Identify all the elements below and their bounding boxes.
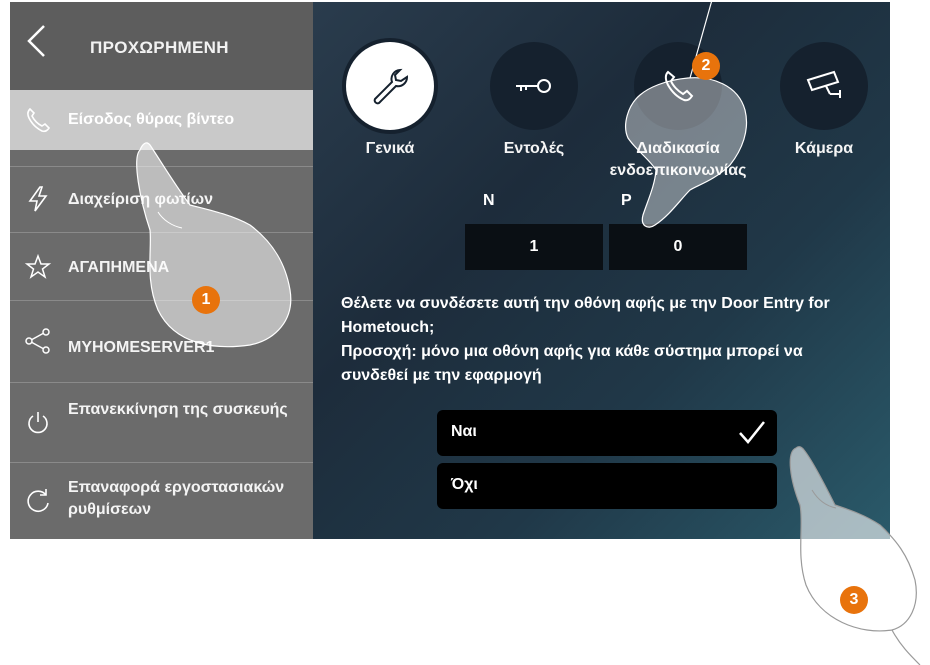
prompt-warning: Προσοχή: μόνο μια οθόνη αφής για κάθε σύ… xyxy=(341,343,803,384)
star-icon xyxy=(24,253,52,279)
power-icon xyxy=(28,412,48,434)
prompt-question: Θέλετε να συνδέσετε αυτή την οθόνη αφής … xyxy=(341,295,830,336)
lightning-icon xyxy=(28,186,48,212)
touchscreen-device: ΠΡΟΧΩΡΗΜΕΝΗ Είσοδος θύρας βίντεο Διαχείρ… xyxy=(10,2,890,539)
option-label: Ναι xyxy=(451,423,477,440)
option-label: Όχι xyxy=(451,476,478,493)
sidebar-item-light-management[interactable]: Διαχείριση φωτίων xyxy=(10,166,313,232)
sidebar-header: ΠΡΟΧΩΡΗΜΕΝΗ xyxy=(10,2,313,90)
sidebar-item-factory-reset[interactable]: Επαναφορά εργοστασιακών ρυθμίσεων xyxy=(10,462,313,539)
tab-camera[interactable]: Κάμερα xyxy=(779,42,869,160)
sidebar-item-label: Είσοδος θύρας βίντεο xyxy=(68,111,235,128)
phone-icon xyxy=(27,107,51,133)
wrench-icon xyxy=(373,68,409,105)
sidebar-item-label: Επαναφορά εργοστασιακών ρυθμίσεων xyxy=(68,479,285,518)
step-marker-2: 2 xyxy=(692,52,720,80)
step-marker-1: 1 xyxy=(192,286,220,314)
sidebar-item-myhomeserver[interactable]: MYHOMESERVER1 xyxy=(10,300,313,382)
sidebar-title: ΠΡΟΧΩΡΗΜΕΝΗ xyxy=(90,38,229,57)
camera-icon xyxy=(806,70,841,98)
back-chevron-icon[interactable] xyxy=(24,24,50,58)
tab-icon-circle xyxy=(490,42,578,130)
sidebar-item-label: MYHOMESERVER1 xyxy=(68,339,215,356)
phone-icon xyxy=(664,70,694,102)
option-no[interactable]: Όχι xyxy=(437,463,777,509)
sidebar-item-restart[interactable]: Επανεκκίνηση της συσκευής xyxy=(10,382,313,462)
main-panel: Γενικά Εντολές Διαδικασία ενδοεπικοινωνί… xyxy=(313,2,890,539)
p-value-field[interactable]: 0 xyxy=(609,224,747,270)
sidebar-item-label: Διαχείριση φωτίων xyxy=(68,191,214,208)
sidebar-item-favorites[interactable]: ΑΓΑΠΗΜΕΝΑ xyxy=(10,232,313,300)
option-yes[interactable]: Ναι xyxy=(437,410,777,456)
sidebar: ΠΡΟΧΩΡΗΜΕΝΗ Είσοδος θύρας βίντεο Διαχείρ… xyxy=(10,2,313,539)
reset-icon xyxy=(27,489,49,512)
share-icon xyxy=(25,328,50,354)
tab-general[interactable]: Γενικά xyxy=(345,42,435,160)
sidebar-item-label: ΑΓΑΠΗΜΕΝΑ xyxy=(68,259,170,276)
sidebar-item-video-door-entry[interactable]: Είσοδος θύρας βίντεο xyxy=(10,90,313,150)
p-label: P xyxy=(621,192,632,209)
tab-label: Κάμερα xyxy=(794,140,854,157)
connection-prompt: Θέλετε να συνδέσετε αυτή την οθόνη αφής … xyxy=(341,292,871,388)
tab-icon-circle xyxy=(780,42,868,130)
n-label: N xyxy=(483,192,495,209)
sidebar-item-label: Επανεκκίνηση της συσκευής xyxy=(68,401,288,418)
tab-commands[interactable]: Εντολές xyxy=(489,42,579,160)
step-marker-3: 3 xyxy=(840,586,868,614)
key-icon xyxy=(516,79,551,93)
check-icon xyxy=(739,421,765,444)
tab-icon-circle xyxy=(346,42,434,130)
n-value-field[interactable]: 1 xyxy=(465,224,603,270)
